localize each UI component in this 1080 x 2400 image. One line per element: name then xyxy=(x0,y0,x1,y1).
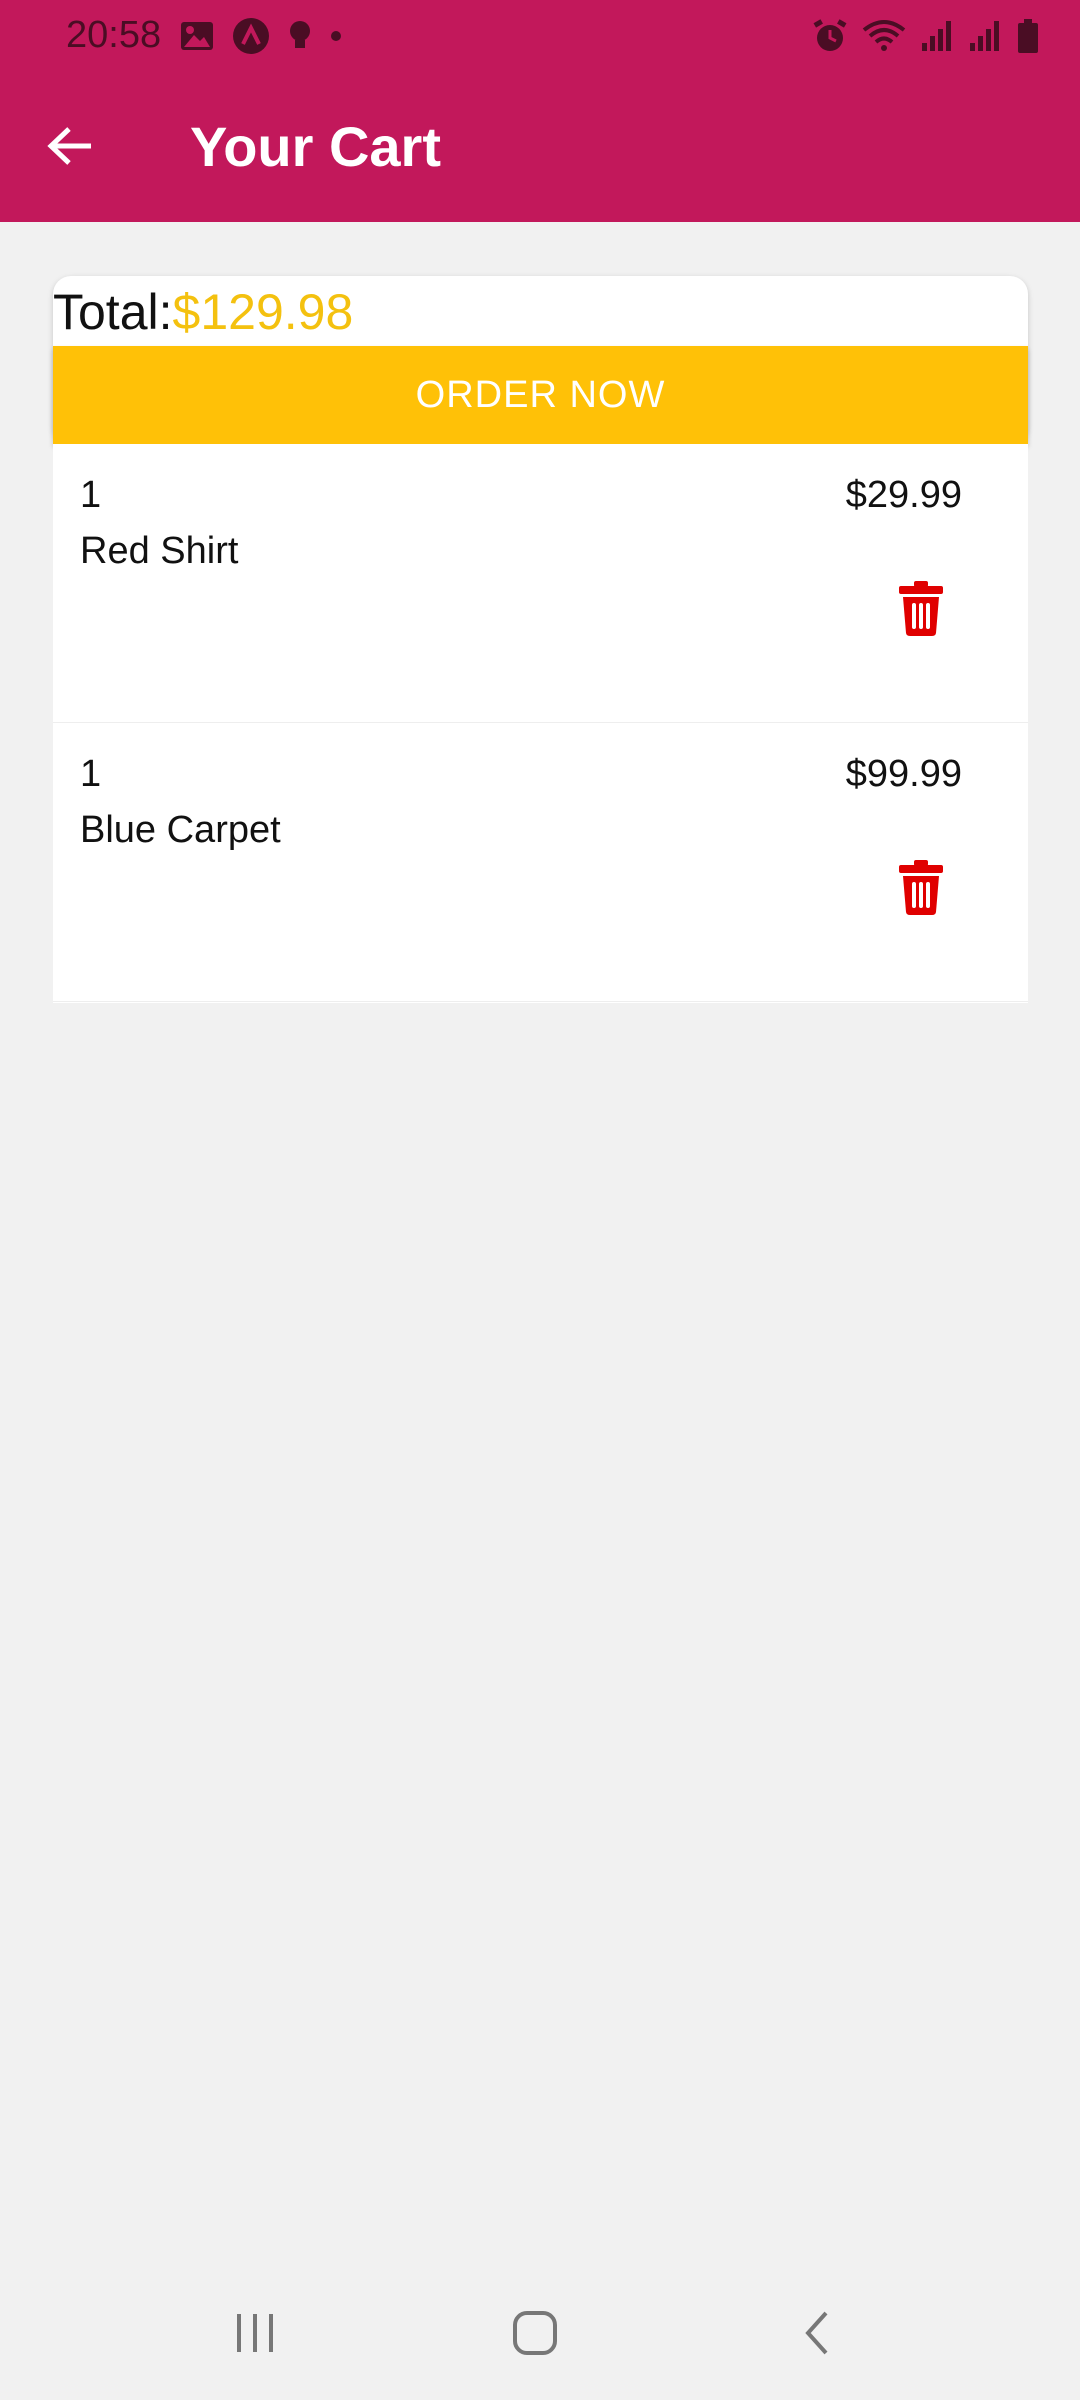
home-button[interactable] xyxy=(490,2300,580,2370)
back-button[interactable] xyxy=(30,108,110,188)
item-quantity: 1 xyxy=(80,753,102,795)
signal-icon xyxy=(968,19,1002,58)
cart-item: 1 Red Shirt $29.99 xyxy=(53,444,1028,723)
item-price: $29.99 xyxy=(845,474,962,516)
cart-list: 1 Red Shirt $29.99 1 Blue Carpet $99.99 xyxy=(53,444,1028,1003)
page-title: Your Cart xyxy=(190,115,441,178)
dot-icon xyxy=(330,29,342,47)
arrow-left-icon xyxy=(47,126,93,171)
trash-icon xyxy=(898,859,944,921)
cart-item: 1 Blue Carpet $99.99 xyxy=(53,723,1028,1002)
image-icon xyxy=(180,21,214,56)
recent-apps-button[interactable] xyxy=(210,2300,300,2370)
trash-icon xyxy=(898,580,944,642)
order-now-button[interactable]: ORDER NOW xyxy=(53,346,1028,444)
app-bar: Your Cart xyxy=(0,76,1080,222)
item-price: $99.99 xyxy=(845,753,962,795)
system-nav-bar xyxy=(0,2270,1080,2400)
notification-icons xyxy=(180,17,342,60)
item-name: Red Shirt xyxy=(80,530,239,572)
delete-item-button[interactable] xyxy=(889,858,953,922)
alarm-icon xyxy=(812,18,848,59)
item-name: Blue Carpet xyxy=(80,809,281,851)
total-label: Total: xyxy=(53,284,173,340)
status-time: 20:58 xyxy=(66,14,162,56)
wifi-icon xyxy=(862,18,906,59)
item-quantity: 1 xyxy=(80,474,102,516)
total-amount: $129.98 xyxy=(172,284,354,340)
status-bar: 20:58 xyxy=(0,0,1080,76)
total-line: Total:$129.98 xyxy=(53,282,353,342)
battery-icon xyxy=(1016,18,1040,59)
bulb-icon xyxy=(288,19,312,58)
app-a-icon xyxy=(232,17,270,60)
nav-back-button[interactable] xyxy=(772,2300,862,2370)
delete-item-button[interactable] xyxy=(889,579,953,643)
recent-apps-icon xyxy=(233,2312,277,2359)
home-icon xyxy=(512,2310,558,2361)
system-icons xyxy=(812,18,1040,58)
signal-icon xyxy=(920,19,954,58)
back-icon xyxy=(802,2310,832,2361)
total-card: Total:$129.98 ORDER NOW xyxy=(53,276,1028,444)
